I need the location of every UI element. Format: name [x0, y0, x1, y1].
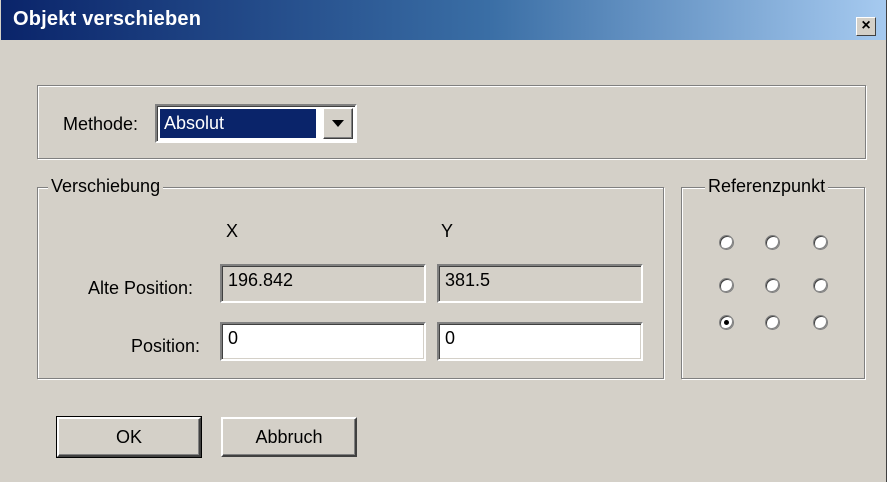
old-position-label: Alte Position: — [88, 278, 194, 298]
reference-point-radio-middle-right[interactable] — [813, 278, 828, 293]
column-x-header: X — [226, 221, 239, 241]
reference-point-radio-middle-left[interactable] — [719, 278, 734, 293]
cancel-button[interactable]: Abbruch — [221, 417, 357, 457]
ok-button[interactable]: OK — [56, 416, 202, 458]
reference-point-radio-center[interactable] — [765, 278, 780, 293]
position-x-input[interactable]: 0 — [220, 322, 426, 361]
reference-point-radio-top-center[interactable] — [765, 235, 780, 250]
close-button[interactable]: × — [856, 17, 876, 36]
dialog-title: Objekt verschieben — [13, 8, 202, 30]
reference-point-radio-bottom-left[interactable] — [719, 315, 734, 330]
method-selected-value: Absolut — [160, 109, 316, 138]
position-label: Position: — [131, 336, 201, 356]
move-object-dialog: Objekt verschieben × Methode: Absolut Ve… — [0, 0, 887, 482]
close-icon: × — [861, 17, 871, 34]
chevron-down-icon[interactable] — [323, 108, 353, 139]
reference-point-radio-top-left[interactable] — [719, 235, 734, 250]
title-bar: Objekt verschieben × — [1, 0, 886, 40]
shift-group-legend: Verschiebung — [48, 176, 164, 197]
old-position-y-field: 381.5 — [437, 264, 643, 303]
reference-point-radio-top-right[interactable] — [813, 235, 828, 250]
reference-point-legend: Referenzpunkt — [705, 176, 829, 197]
method-label: Methode: — [63, 114, 139, 134]
old-position-x-field: 196.842 — [220, 264, 426, 303]
reference-point-radio-bottom-right[interactable] — [813, 315, 828, 330]
reference-point-radio-bottom-center[interactable] — [765, 315, 780, 330]
column-y-header: Y — [441, 221, 454, 241]
position-y-input[interactable]: 0 — [437, 322, 643, 361]
method-dropdown[interactable]: Absolut — [155, 104, 357, 143]
